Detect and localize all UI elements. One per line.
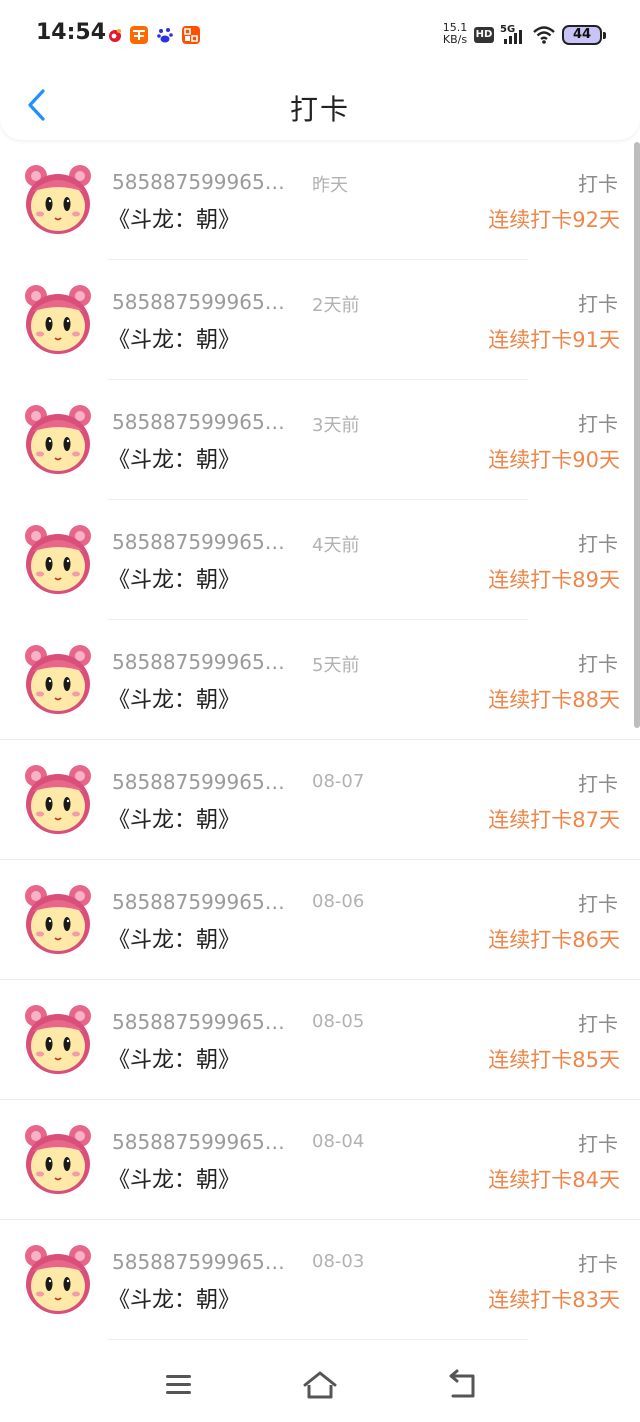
- streak-text: 连续打卡91天: [488, 328, 620, 352]
- battery-indicator: 44: [562, 25, 606, 45]
- book-title[interactable]: 《斗龙：朝》: [108, 1282, 240, 1314]
- scrollbar[interactable]: [634, 142, 640, 728]
- avatar[interactable]: [22, 160, 94, 236]
- avatar[interactable]: [22, 760, 94, 836]
- checkin-row[interactable]: 5858875999654… 08-03 《斗龙：朝》 打卡连续打卡83天: [0, 1220, 640, 1340]
- checkin-time: 昨天: [312, 175, 348, 196]
- checkin-row[interactable]: 5858875999654… 昨天《斗龙：朝》 打卡连续打卡92天: [0, 140, 640, 260]
- checkin-time: 08-05: [312, 1011, 365, 1032]
- status-bar: 14:54 15.1 KB/s HD 5G 44: [0, 0, 640, 70]
- wifi-icon: [532, 24, 556, 46]
- checkin-action-label: 打卡: [578, 292, 618, 316]
- book-title[interactable]: 《斗龙：朝》: [108, 442, 240, 474]
- user-name: 5858875999654…: [112, 1130, 297, 1154]
- hd-badge: HD: [474, 27, 494, 43]
- checkin-row[interactable]: 5858875999654… 4天前《斗龙：朝》 打卡连续打卡89天: [0, 500, 640, 620]
- streak-text: 连续打卡85天: [488, 1048, 620, 1072]
- avatar[interactable]: [22, 400, 94, 476]
- user-name: 5858875999654…: [112, 170, 297, 194]
- avatar[interactable]: [22, 1240, 94, 1316]
- checkin-time: 08-06: [312, 891, 365, 912]
- checkin-row[interactable]: 5858875999654… 5天前《斗龙：朝》 打卡连续打卡88天: [0, 620, 640, 740]
- book-title[interactable]: 《斗龙：朝》: [108, 322, 240, 354]
- back-icon: [449, 1369, 475, 1398]
- checkin-row[interactable]: 5858875999654… 3天前《斗龙：朝》 打卡连续打卡90天: [0, 380, 640, 500]
- page-title: 打卡: [289, 93, 350, 126]
- signal-5g-icon: 5G: [500, 24, 526, 46]
- checkin-row[interactable]: 5858875999654… 08-05 《斗龙：朝》 打卡连续打卡85天: [0, 980, 640, 1100]
- book-title[interactable]: 《斗龙：朝》: [108, 1042, 240, 1074]
- checkin-action-label: 打卡: [578, 412, 618, 436]
- app-screen: 14:54 15.1 KB/s HD 5G 44 打卡 585887599965…: [0, 0, 640, 1422]
- book-title[interactable]: 《斗龙：朝》: [108, 922, 240, 954]
- checkin-action-label: 打卡: [578, 1252, 618, 1276]
- menu-icon: [166, 1375, 191, 1394]
- checkin-action-label: 打卡: [578, 652, 618, 676]
- user-name: 5858875999654…: [112, 530, 297, 554]
- nav-menu-button[interactable]: [158, 1368, 198, 1402]
- streak-text: 连续打卡88天: [488, 688, 620, 712]
- checkin-time: 08-04: [312, 1131, 365, 1152]
- avatar[interactable]: [22, 1120, 94, 1196]
- status-time: 14:54: [36, 20, 107, 45]
- checkin-time: 4天前: [312, 535, 360, 556]
- book-title[interactable]: 《斗龙：朝》: [108, 1162, 240, 1194]
- taobao-icon: [130, 26, 148, 44]
- user-name: 5858875999654…: [112, 1250, 297, 1274]
- streak-text: 连续打卡84天: [488, 1168, 620, 1192]
- avatar[interactable]: [22, 280, 94, 356]
- checkin-time: 08-03: [312, 1251, 365, 1272]
- nav-back-button[interactable]: [442, 1368, 482, 1402]
- checkin-action-label: 打卡: [578, 1132, 618, 1156]
- book-title[interactable]: 《斗龙：朝》: [108, 202, 240, 234]
- checkin-action-label: 打卡: [578, 532, 618, 556]
- tao-app-icon: [182, 26, 200, 44]
- checkin-row[interactable]: 5858875999654… 08-06 《斗龙：朝》 打卡连续打卡86天: [0, 860, 640, 980]
- user-name: 5858875999654…: [112, 650, 297, 674]
- checkin-list: 5858875999654… 昨天 《斗龙：朝》 打卡 连续打卡92天 585887599…: [0, 140, 640, 1340]
- top-app-bar: 打卡: [0, 70, 640, 140]
- system-nav-bar: [0, 1344, 640, 1422]
- user-name: 5858875999654…: [112, 410, 297, 434]
- network-speed: 15.1 KB/s: [442, 21, 468, 46]
- checkin-row[interactable]: 5858875999654… 08-04 《斗龙：朝》 打卡连续打卡84天: [0, 1100, 640, 1220]
- avatar[interactable]: [22, 520, 94, 596]
- weibo-icon: [106, 26, 124, 44]
- checkin-action-label: 打卡: [578, 172, 618, 196]
- streak-text: 连续打卡83天: [488, 1288, 620, 1312]
- checkin-time: 5天前: [312, 655, 360, 676]
- checkin-action-label: 打卡: [578, 1012, 618, 1036]
- streak-text: 连续打卡86天: [488, 928, 620, 952]
- streak-text: 连续打卡90天: [488, 448, 620, 472]
- user-name: 5858875999654…: [112, 770, 297, 794]
- row-divider: [108, 1339, 528, 1340]
- checkin-row[interactable]: 5858875999654… 2天前《斗龙：朝》 打卡连续打卡91天: [0, 260, 640, 380]
- checkin-time: 3天前: [312, 415, 360, 436]
- user-name: 5858875999654…: [112, 290, 297, 314]
- avatar[interactable]: [22, 640, 94, 716]
- home-icon: [303, 1371, 337, 1399]
- streak-text: 连续打卡89天: [488, 568, 620, 592]
- book-title[interactable]: 《斗龙：朝》: [108, 682, 240, 714]
- avatar[interactable]: [22, 1000, 94, 1076]
- checkin-action-label: 打卡: [578, 772, 618, 796]
- user-name: 5858875999654…: [112, 1010, 297, 1034]
- checkin-action-label: 打卡: [578, 892, 618, 916]
- user-name: 5858875999654…: [112, 890, 297, 914]
- streak-text: 连续打卡87天: [488, 808, 620, 832]
- baidu-icon: [156, 26, 174, 44]
- checkin-time: 08-07: [312, 771, 365, 792]
- book-title[interactable]: 《斗龙：朝》: [108, 802, 240, 834]
- checkin-time: 2天前: [312, 295, 360, 316]
- book-title[interactable]: 《斗龙：朝》: [108, 562, 240, 594]
- streak-text: 连续打卡92天: [488, 208, 620, 232]
- nav-home-button[interactable]: [300, 1368, 340, 1402]
- avatar[interactable]: [22, 880, 94, 956]
- checkin-row[interactable]: 5858875999654… 08-07 《斗龙：朝》 打卡连续打卡87天: [0, 740, 640, 860]
